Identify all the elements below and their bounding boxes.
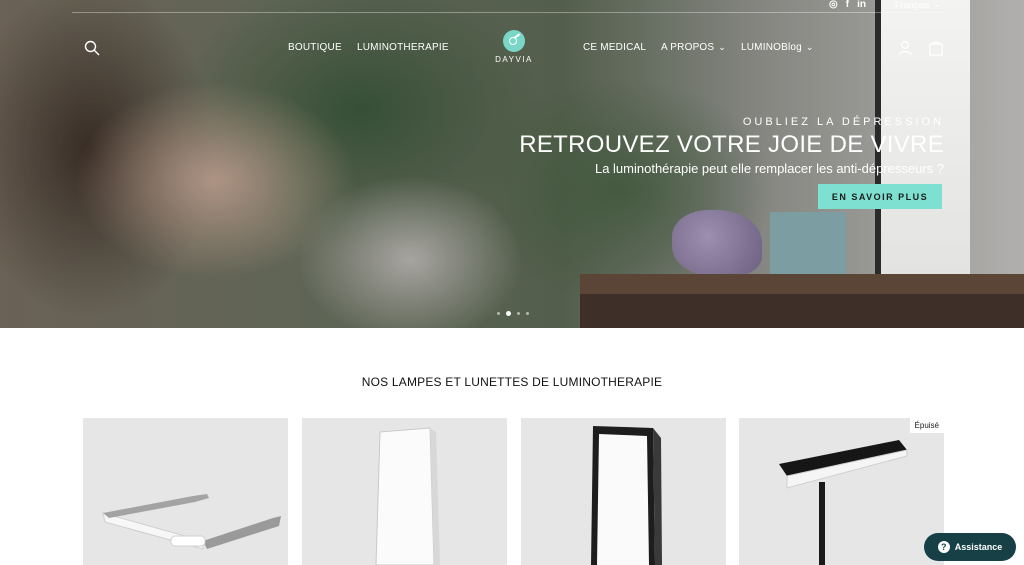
language-selector[interactable]: Français ⌄ <box>895 0 941 10</box>
nav-a-propos[interactable]: A PROPOS ⌄ <box>661 42 726 53</box>
hero-kicker: OUBLIEZ LA DÉPRESSION <box>742 116 944 128</box>
hero-shelf <box>580 274 1024 294</box>
nav-luminotherapie[interactable]: LUMINOTHERAPIE <box>357 42 449 53</box>
light-therapy-glasses-image <box>102 494 281 550</box>
nav-ce-medical[interactable]: CE MEDICAL <box>583 42 646 53</box>
logo-text: DAYVIA <box>495 55 533 64</box>
nav-a-propos-label: A PROPOS <box>661 42 715 53</box>
nav-boutique[interactable]: BOUTIQUE <box>288 42 342 53</box>
hero-plant-pot <box>770 212 846 282</box>
section-title: NOS LAMPES ET LUNETTES DE LUMINOTHERAPIE <box>361 375 663 389</box>
assistance-label: Assistance <box>954 542 1003 552</box>
chevron-down-icon: ⌄ <box>933 0 942 9</box>
sold-out-badge: Épuisé <box>909 418 944 433</box>
nav-luminoblog-label: LUMINOBlog <box>741 42 802 53</box>
chevron-down-icon: ⌄ <box>805 42 814 52</box>
hero-shelf-front <box>580 294 1024 328</box>
header-divider <box>72 12 946 13</box>
product-card[interactable] <box>521 418 726 565</box>
facebook-icon[interactable]: f <box>846 0 849 10</box>
white-light-panel-image <box>375 427 440 565</box>
hero-subline: La luminothérapie peut elle remplacer le… <box>594 161 944 176</box>
language-label: Français <box>895 0 930 10</box>
hero-banner[interactable]: ◎ f in Français ⌄ BOUTIQUE LUMINOTHERAPI… <box>0 0 1024 328</box>
floor-lamp-image <box>779 440 908 565</box>
chevron-down-icon: ⌄ <box>718 42 727 52</box>
search-icon[interactable] <box>84 40 100 56</box>
instagram-icon[interactable]: ◎ <box>829 0 838 10</box>
product-card[interactable] <box>302 418 507 565</box>
slide-dot-active[interactable] <box>506 311 511 316</box>
en-savoir-plus-button[interactable]: EN SAVOIR PLUS <box>818 184 942 209</box>
slide-dot[interactable] <box>517 312 520 315</box>
nav-ce-medical-label: CE MEDICAL <box>583 42 647 53</box>
hero-headline: RETROUVEZ VOTRE JOIE DE VIVRE <box>519 131 944 158</box>
cart-icon[interactable] <box>928 40 944 56</box>
nav-luminoblog[interactable]: LUMINOBlog ⌄ <box>741 42 814 53</box>
help-icon: ? <box>937 541 950 553</box>
black-frame-light-panel-image <box>591 426 662 565</box>
product-card[interactable] <box>83 418 288 565</box>
hero-crystal <box>672 210 762 276</box>
slider-dots <box>497 311 529 316</box>
assistance-button[interactable]: ? Assistance <box>924 533 1016 561</box>
slide-dot[interactable] <box>497 312 500 315</box>
nav-boutique-label: BOUTIQUE <box>288 42 342 53</box>
product-card[interactable]: Épuisé <box>739 418 944 565</box>
social-links: ◎ f in <box>829 0 866 10</box>
linkedin-icon[interactable]: in <box>857 0 866 10</box>
logo[interactable]: DAYVIA <box>490 30 538 64</box>
nav-luminotherapie-label: LUMINOTHERAPIE <box>357 42 449 53</box>
account-icon[interactable] <box>897 40 913 56</box>
logo-mark-icon <box>503 30 525 52</box>
slide-dot[interactable] <box>526 312 529 315</box>
